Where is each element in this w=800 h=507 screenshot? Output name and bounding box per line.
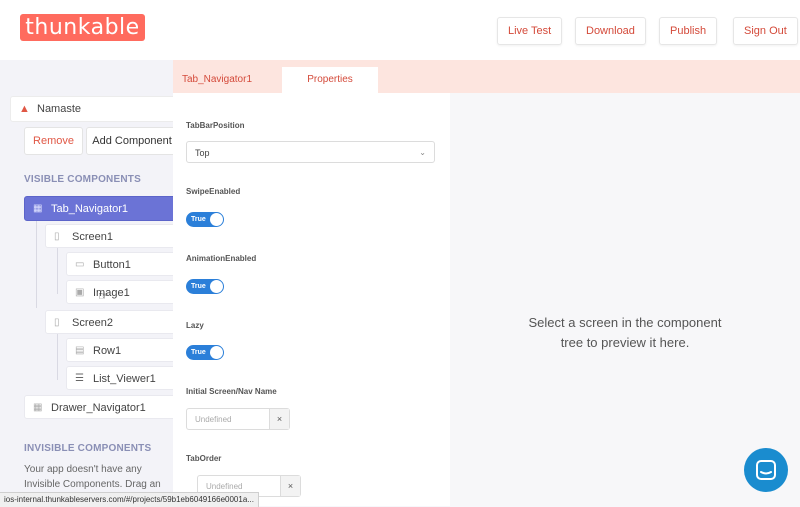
animation-enabled-label: AnimationEnabled (186, 254, 257, 263)
initial-screen-placeholder: Undefined (195, 415, 232, 424)
thunkable-icon: ▲ (19, 103, 30, 115)
download-button[interactable]: Download (575, 17, 646, 45)
drawer-navigator-icon: ▦ (33, 402, 43, 413)
tree-item-label: Screen2 (72, 317, 113, 329)
tree-item-button1[interactable]: ▭ Button1 (66, 252, 176, 276)
swipe-enabled-toggle[interactable]: True (186, 212, 224, 227)
tree-item-label: Screen1 (72, 231, 113, 243)
clear-icon[interactable]: × (269, 409, 289, 429)
app-header: thunkable Live Test Download Publish Sig… (0, 0, 800, 60)
swipe-enabled-label: SwipeEnabled (186, 187, 241, 196)
remove-button[interactable]: Remove (24, 127, 83, 155)
hand-cursor-icon: ☞ (98, 289, 109, 303)
animation-enabled-toggle[interactable]: True (186, 279, 224, 294)
tab-navigator-icon: ▦ (33, 203, 43, 214)
tree-connector (36, 220, 37, 308)
tab-bar-position-value: Top (195, 148, 210, 158)
tree-connector (57, 334, 58, 380)
lazy-label: Lazy (186, 321, 204, 330)
preview-message: Select a screen in the component tree to… (450, 313, 800, 353)
clear-icon[interactable]: × (280, 476, 300, 496)
button-icon: ▭ (75, 259, 85, 270)
image-icon: ▣ (75, 287, 85, 298)
screen-selector-label: Namaste (37, 103, 82, 115)
status-url: ios-internal.thunkableservers.com/#/proj… (0, 492, 259, 507)
initial-screen-input[interactable]: Undefined × (186, 408, 290, 430)
invisible-components-title: INVISIBLE COMPONENTS (24, 443, 152, 454)
tree-item-label: Button1 (93, 259, 131, 271)
toggle-label: True (191, 283, 206, 290)
add-component-button[interactable]: Add Component (86, 127, 178, 155)
row-icon: ▤ (75, 345, 85, 356)
tree-item-label: List_Viewer1 (93, 373, 156, 385)
initial-screen-label: Initial Screen/Nav Name (186, 387, 277, 396)
tree-item-tab-navigator1[interactable]: ▦ Tab_Navigator1 (24, 196, 176, 221)
preview-message-line2: tree to preview it here. (560, 335, 690, 350)
toggle-knob (210, 213, 223, 226)
tree-item-screen2[interactable]: ▯ Screen2 (45, 310, 176, 334)
thunkable-logo[interactable]: thunkable (20, 14, 145, 41)
tree-item-label: Row1 (93, 345, 122, 357)
screen-selector[interactable]: ▲ Namaste (10, 96, 182, 122)
tree-item-image1[interactable]: ▣ Image1 (66, 280, 176, 304)
chat-launcher-button[interactable] (744, 448, 788, 492)
tree-item-label: Tab_Navigator1 (51, 203, 129, 215)
lazy-toggle[interactable]: True (186, 345, 224, 360)
components-panel: ▲ Namaste Remove Add Component VISIBLE C… (0, 60, 182, 506)
tree-item-row1[interactable]: ▤ Row1 (66, 338, 176, 362)
list-icon: ☰ (75, 373, 84, 384)
preview-message-line1: Select a screen in the component (528, 315, 722, 330)
properties-tabbar: Tab_Navigator1 Properties (173, 60, 800, 93)
toggle-knob (210, 346, 223, 359)
chevron-down-icon: ⌄ (419, 148, 426, 157)
toggle-label: True (191, 216, 206, 223)
tab-bar-position-select[interactable]: Top ⌄ (186, 141, 435, 163)
publish-button[interactable]: Publish (659, 17, 718, 45)
sign-out-button[interactable]: Sign Out (733, 17, 798, 45)
properties-panel: TabBarPosition Top ⌄ SwipeEnabled True A… (173, 93, 450, 506)
toggle-knob (210, 280, 223, 293)
tree-item-list-viewer1[interactable]: ☰ List_Viewer1 (66, 366, 176, 390)
preview-area: Select a screen in the component tree to… (450, 93, 800, 506)
screen-icon: ▯ (54, 317, 60, 328)
tree-item-drawer-navigator1[interactable]: ▦ Drawer_Navigator1 (24, 395, 176, 419)
tab-properties[interactable]: Properties (282, 67, 378, 93)
screen-icon: ▯ (54, 231, 60, 242)
tab-tab-navigator1[interactable]: Tab_Navigator1 (173, 67, 261, 93)
live-test-button[interactable]: Live Test (497, 17, 563, 45)
toggle-label: True (191, 349, 206, 356)
visible-components-title: VISIBLE COMPONENTS (24, 174, 141, 185)
tree-connector (57, 248, 58, 294)
tab-order-label: TabOrder (186, 454, 222, 463)
tree-item-screen1[interactable]: ▯ Screen1 (45, 224, 176, 248)
chat-icon (756, 460, 776, 480)
tree-item-label: Drawer_Navigator1 (51, 402, 146, 414)
tab-bar-position-label: TabBarPosition (186, 121, 245, 130)
